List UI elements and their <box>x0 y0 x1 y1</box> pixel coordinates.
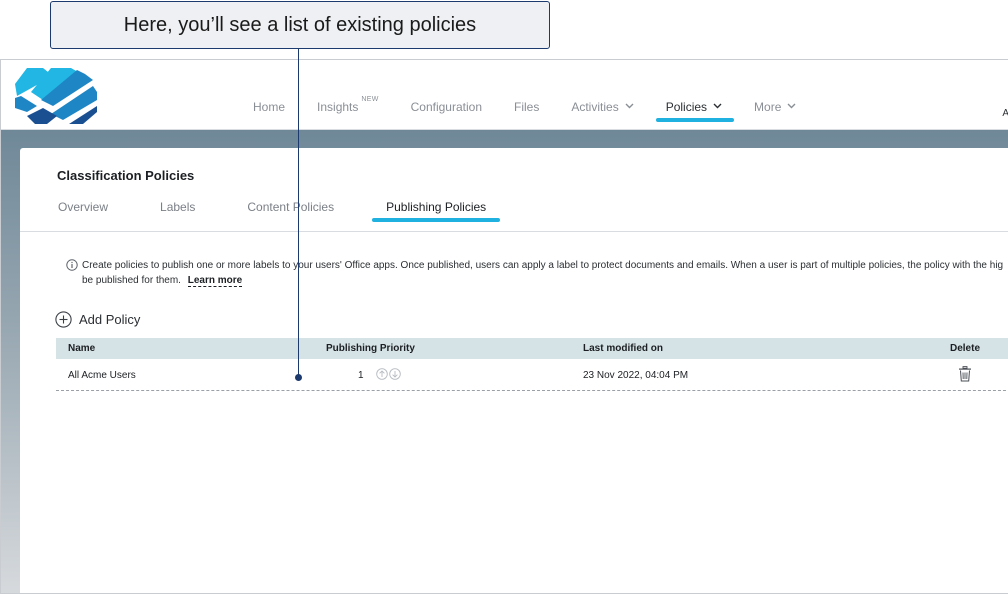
callout-pointer-dot <box>295 374 302 381</box>
tab-overview[interactable]: Overview <box>58 200 108 214</box>
column-header-priority[interactable]: Publishing Priority <box>326 343 415 354</box>
plus-circle-icon <box>55 311 72 328</box>
nav-item-home[interactable]: Home <box>253 100 285 114</box>
info-text-line-1: Create policies to publish one or more l… <box>82 260 1004 271</box>
nav-item-more[interactable]: More <box>754 100 796 114</box>
callout-pointer-line <box>298 49 299 377</box>
column-header-delete: Delete <box>950 343 981 354</box>
chevron-down-icon <box>713 103 722 109</box>
trash-icon[interactable] <box>958 366 972 382</box>
column-header-name[interactable]: Name <box>68 343 95 354</box>
tutorial-callout: Here, you’ll see a list of existing poli… <box>50 1 550 49</box>
arrow-up-icon[interactable] <box>376 368 388 380</box>
table-header: Name Publishing Priority Last modified o… <box>56 338 1008 359</box>
policies-table: Name Publishing Priority Last modified o… <box>56 338 1008 391</box>
tab-publishing-policies[interactable]: Publishing Policies <box>372 200 501 222</box>
chevron-down-icon <box>787 103 796 109</box>
nav-item-files[interactable]: Files <box>514 100 539 114</box>
nav-item-activities[interactable]: Activities <box>571 100 634 114</box>
sub-tabs: Overview Labels Content Policies Publish… <box>58 200 501 222</box>
add-policy-label: Add Policy <box>79 312 141 327</box>
brand-logo-icon[interactable] <box>13 66 101 126</box>
policy-priority: 1 <box>358 370 364 381</box>
screenshot-root: Here, you’ll see a list of existing poli… <box>0 0 1008 594</box>
nav-item-configuration[interactable]: Configuration <box>411 100 482 114</box>
active-tab-indicator <box>372 218 501 222</box>
page-title: Classification Policies <box>57 168 195 183</box>
add-policy-button[interactable]: Add Policy <box>55 311 140 328</box>
tab-content-policies[interactable]: Content Policies <box>247 200 334 214</box>
chevron-down-icon <box>625 103 634 109</box>
info-icon <box>66 259 78 271</box>
active-nav-indicator <box>655 118 735 122</box>
main-nav: Home Insights NEW Configuration Files Ac… <box>253 60 828 130</box>
priority-controls <box>376 368 401 380</box>
top-navigation-bar: Home Insights NEW Configuration Files Ac… <box>1 60 1008 130</box>
user-menu-truncated[interactable]: A <box>1002 108 1008 119</box>
policy-last-modified: 23 Nov 2022, 04:04 PM <box>583 370 689 381</box>
column-header-last-modified[interactable]: Last modified on <box>583 343 663 354</box>
info-text-line-2: be published for them. Learn more <box>82 275 243 287</box>
callout-text: Here, you’ll see a list of existing poli… <box>123 13 477 36</box>
nav-item-policies[interactable]: Policies <box>655 100 735 122</box>
learn-more-link[interactable]: Learn more <box>187 275 243 287</box>
table-row[interactable]: All Acme Users 1 23 Nov 2022, 04:04 PM <box>56 359 1008 391</box>
app-window: Home Insights NEW Configuration Files Ac… <box>0 59 1008 594</box>
new-badge: NEW <box>361 96 379 103</box>
tabs-divider <box>20 231 1008 232</box>
policy-name[interactable]: All Acme Users <box>68 370 136 381</box>
nav-item-insights[interactable]: Insights NEW <box>317 96 379 114</box>
arrow-down-icon[interactable] <box>389 368 401 380</box>
content-card: Classification Policies Overview Labels … <box>20 148 1008 593</box>
tab-labels[interactable]: Labels <box>160 200 195 214</box>
